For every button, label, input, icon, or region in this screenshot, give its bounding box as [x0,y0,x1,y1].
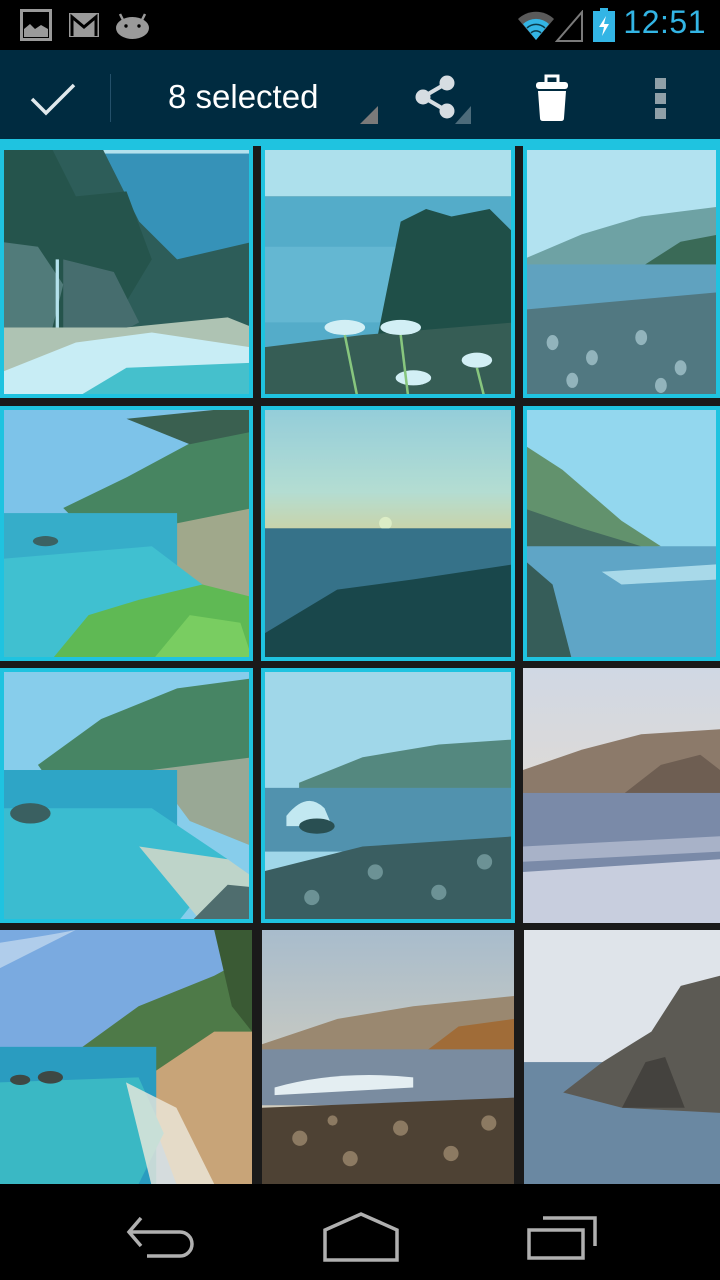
photo-tile[interactable] [261,406,515,661]
photo-tile[interactable] [523,146,720,398]
photo-thumbnail [523,146,720,398]
delete-button[interactable] [502,50,602,139]
photo-thumbnail [0,930,252,1184]
navigation-bar [0,1184,720,1280]
photo-grid [0,146,720,1184]
cell-signal-icon [554,9,583,46]
gallery-notification-icon [20,9,52,45]
photo-tile[interactable] [0,146,253,398]
photo-tile[interactable] [523,668,720,923]
android-debug-icon [115,11,150,43]
photo-thumbnail [262,930,514,1184]
recent-apps-button[interactable] [480,1184,640,1280]
photo-thumbnail [261,146,515,398]
recent-apps-icon [527,1216,597,1260]
battery-charging-icon [593,8,615,46]
status-bar: 12:51 [0,0,720,50]
back-button[interactable] [80,1184,240,1280]
photo-thumbnail [0,668,253,923]
photo-thumbnail [0,146,253,398]
share-button[interactable] [388,50,488,139]
home-button[interactable] [280,1184,440,1280]
photo-thumbnail [261,668,515,923]
share-icon [415,75,471,124]
photo-tile[interactable] [0,668,253,923]
overflow-menu-button[interactable] [612,50,712,139]
photo-thumbnail [523,668,720,923]
gmail-notification-icon [68,12,100,42]
done-button[interactable] [0,50,108,139]
selection-count-title: 8 selected [168,78,319,115]
trash-icon [536,74,568,121]
photo-tile[interactable] [523,406,720,661]
wifi-icon [517,10,555,44]
action-bar: 8 selected [0,50,720,146]
photo-thumbnail [261,406,515,661]
home-icon [323,1212,399,1262]
photo-tile[interactable] [0,930,252,1184]
photo-tile[interactable] [0,406,253,661]
overflow-menu-icon [655,78,666,119]
photo-tile[interactable] [261,146,515,398]
photo-tile[interactable] [524,930,720,1184]
photo-tile[interactable] [261,668,515,923]
back-icon [126,1216,194,1258]
photo-thumbnail [524,930,720,1184]
dropdown-triangle-icon [360,106,378,124]
checkmark-icon [30,83,76,116]
photo-thumbnail [0,406,253,661]
clock: 12:51 [623,4,706,40]
action-bar-divider [110,74,111,122]
selection-dropdown[interactable]: 8 selected [130,50,380,139]
photo-tile[interactable] [262,930,514,1184]
photo-thumbnail [523,406,720,661]
